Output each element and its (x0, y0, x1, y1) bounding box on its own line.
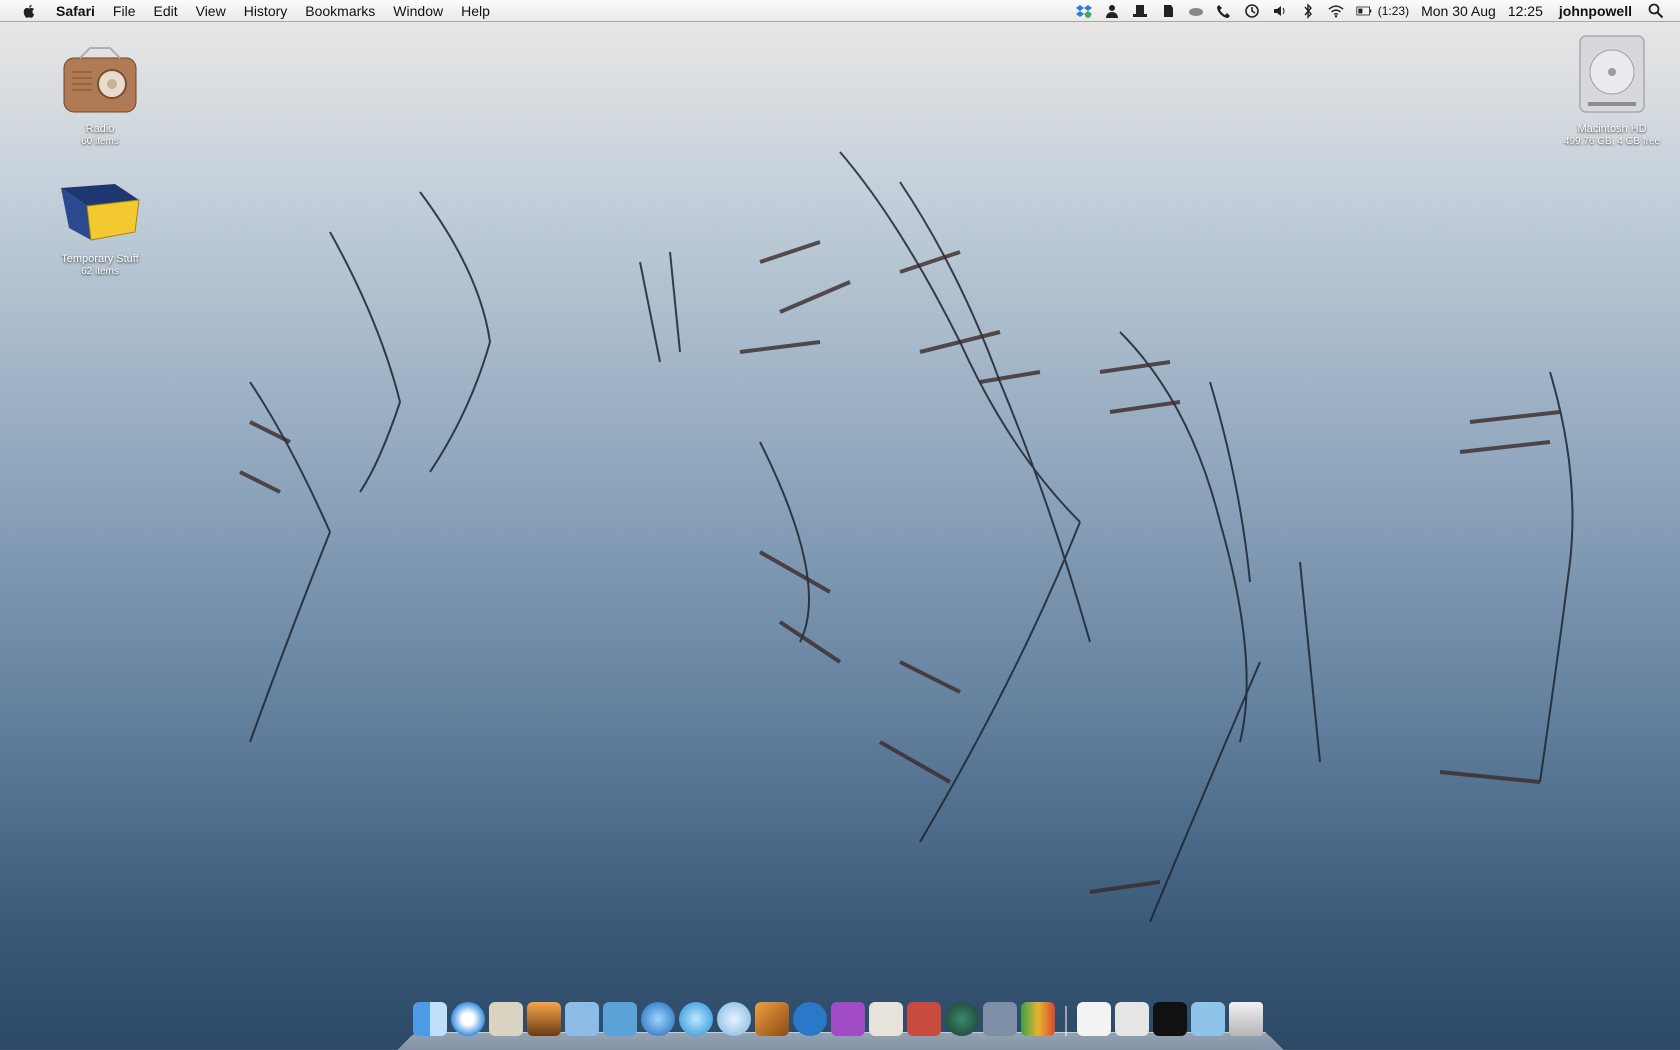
menu-view[interactable]: View (187, 0, 235, 22)
desktop-icon-label: Temporary Stuff (61, 253, 139, 265)
hat-icon[interactable] (1132, 3, 1148, 19)
address-book-icon[interactable] (907, 1002, 941, 1036)
battery-time[interactable]: (1:23) (1378, 4, 1409, 18)
menu-edit[interactable]: Edit (144, 0, 186, 22)
apple-menu-icon[interactable] (20, 2, 38, 20)
menu-bar: Safari File Edit View History Bookmarks … (0, 0, 1680, 22)
battery-icon[interactable] (1356, 3, 1372, 19)
menu-file[interactable]: File (104, 0, 145, 22)
time-machine-icon[interactable] (945, 1002, 979, 1036)
dropbox-icon[interactable] (1075, 3, 1092, 19)
finder-icon[interactable] (413, 1002, 447, 1036)
safari-icon[interactable] (451, 1002, 485, 1036)
menu-extras: (1:23) Mon 30 Aug 12:25 johnpowell (1070, 0, 1680, 22)
desktop-icon-temporary-stuff[interactable]: Temporary Stuff 62 items (30, 180, 170, 278)
skip-bin-icon (61, 184, 140, 241)
folder-purple-icon[interactable] (831, 1002, 865, 1036)
menu-left: Safari File Edit View History Bookmarks … (0, 0, 499, 22)
spotlight-search-icon[interactable] (1648, 3, 1664, 19)
wallpaper-reeds (239, 151, 1574, 923)
time-machine-icon[interactable] (1244, 3, 1260, 19)
menu-help[interactable]: Help (452, 0, 499, 22)
desktop-icon-sublabel: 62 items (81, 266, 119, 277)
desktop-icon-label: Radio (85, 123, 115, 135)
ichat-icon[interactable] (565, 1002, 599, 1036)
evernote-icon[interactable] (1160, 3, 1176, 19)
menu-bookmarks[interactable]: Bookmarks (296, 0, 384, 22)
hard-drive-icon (1579, 35, 1645, 113)
desktop-icon-radio[interactable]: Radio 60 items (30, 44, 170, 148)
documents-stack-icon[interactable] (1115, 1002, 1149, 1036)
garageband-icon[interactable] (755, 1002, 789, 1036)
phone-icon[interactable] (1216, 3, 1232, 19)
xml-document-icon[interactable] (1077, 1002, 1111, 1036)
dock-items (411, 1002, 1265, 1036)
radio-icon (63, 47, 137, 113)
user-menu[interactable]: johnpowell (1559, 3, 1632, 19)
numbers-icon[interactable] (1021, 1002, 1055, 1036)
user-icon[interactable] (1104, 3, 1120, 19)
mail-icon[interactable] (489, 1002, 523, 1036)
quicktime-icon[interactable] (679, 1002, 713, 1036)
bluetooth-icon[interactable] (1300, 3, 1316, 19)
cloud-icon[interactable] (1188, 3, 1204, 19)
system-preferences-icon[interactable] (983, 1002, 1017, 1036)
menubar-time[interactable]: 12:25 (1508, 3, 1543, 19)
trash-icon[interactable] (1229, 1002, 1263, 1036)
terminal-icon[interactable] (1153, 1002, 1187, 1036)
spotlight-q-icon[interactable] (641, 1002, 675, 1036)
desktop-icon-label: Macintosh HD (1577, 123, 1647, 135)
preview-icon[interactable] (603, 1002, 637, 1036)
desktop-icon-sublabel: 499.76 GB, 4 GB free (1563, 136, 1661, 147)
menu-history[interactable]: History (235, 0, 297, 22)
desktop-icon-sublabel: 60 items (81, 136, 119, 147)
menubar-date[interactable]: Mon 30 Aug (1421, 3, 1496, 19)
volume-icon[interactable] (1272, 3, 1288, 19)
desktop-icon-macintosh-hd[interactable]: Macintosh HD 499.76 GB, 4 GB free (1542, 32, 1680, 148)
dock-separator (1065, 1006, 1067, 1036)
dictionary-icon[interactable] (869, 1002, 903, 1036)
wifi-icon[interactable] (1328, 3, 1344, 19)
downloads-folder-icon[interactable] (1191, 1002, 1225, 1036)
menu-window[interactable]: Window (384, 0, 452, 22)
skype-icon[interactable] (793, 1002, 827, 1036)
itunes-icon[interactable] (717, 1002, 751, 1036)
dock (397, 992, 1284, 1050)
iphoto-icon[interactable] (527, 1002, 561, 1036)
menu-app-safari[interactable]: Safari (52, 0, 104, 22)
